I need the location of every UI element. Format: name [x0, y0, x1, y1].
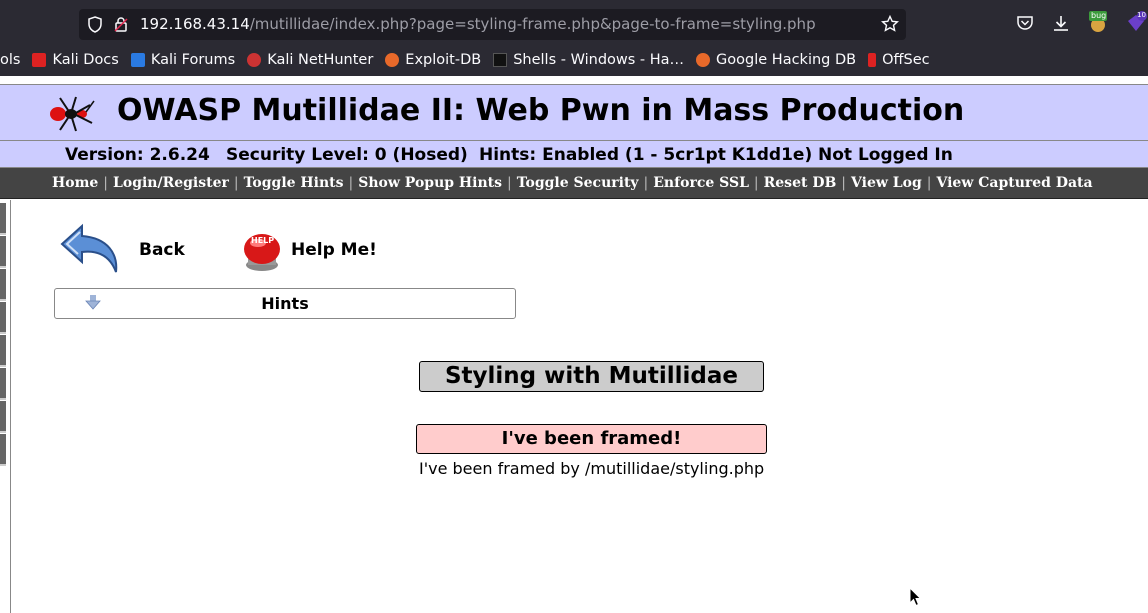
bookmarks-bar: ols Kali Docs Kali Forums Kali NetHunter…: [0, 47, 942, 73]
browser-chrome: 192.168.43.14/mutillidae/index.php?page=…: [0, 0, 1148, 76]
left-menu-rail: [0, 200, 11, 613]
menu-tab[interactable]: [0, 236, 6, 268]
url-bar[interactable]: 192.168.43.14/mutillidae/index.php?page=…: [79, 9, 906, 40]
pocket-icon[interactable]: [1015, 13, 1035, 33]
nethunter-icon: [247, 53, 262, 67]
main-nav: Home | Login/Register | Toggle Hints | Show Po…: [0, 168, 1148, 199]
nav-view-log[interactable]: View Log: [851, 175, 922, 191]
nav-reset-db[interactable]: Reset DB: [764, 175, 837, 191]
extension-badge: bug: [1091, 11, 1107, 20]
bookmark-kali-forums[interactable]: Kali Forums: [130, 52, 235, 68]
menu-tab[interactable]: [0, 203, 6, 235]
bookmark-shells-windows[interactable]: Shells - Windows - Ha…: [493, 52, 684, 68]
bookmark-google-hacking-db[interactable]: Google Hacking DB: [696, 52, 856, 68]
menu-tab[interactable]: [0, 401, 6, 433]
menu-tab[interactable]: [0, 368, 6, 400]
bug-extension-icon[interactable]: bug: [1087, 11, 1109, 33]
nav-toggle-hints[interactable]: Toggle Hints: [244, 175, 344, 191]
menu-tab[interactable]: [0, 302, 6, 334]
ant-logo-icon: [50, 96, 95, 132]
page-header: OWASP Mutillidae II: Web Pwn in Mass Pro…: [0, 84, 1148, 141]
nav-view-captured-data[interactable]: View Captured Data: [936, 175, 1092, 191]
menu-tab[interactable]: [0, 335, 6, 367]
url-text[interactable]: 192.168.43.14/mutillidae/index.php?page=…: [140, 15, 816, 33]
help-icon-label: HELP: [251, 236, 275, 245]
nav-home[interactable]: Home: [52, 175, 98, 191]
framed-heading: I've been framed!: [416, 424, 767, 454]
bookmark-kali-docs[interactable]: Kali Docs: [32, 52, 119, 68]
extension-count: 10: [1137, 11, 1146, 19]
nav-show-popup-hints[interactable]: Show Popup Hints: [358, 175, 502, 191]
bookmark-star-icon[interactable]: [881, 15, 899, 33]
bookmark-exploit-db[interactable]: Exploit-DB: [385, 52, 481, 68]
bookmark-tools[interactable]: ols: [0, 52, 20, 68]
nav-enforce-ssl[interactable]: Enforce SSL: [653, 175, 749, 191]
hints-label: Hints: [261, 294, 309, 313]
kali-docs-icon: [32, 53, 47, 67]
hints-toggle[interactable]: Hints: [54, 288, 516, 319]
page-title: Styling with Mutillidae: [419, 361, 764, 392]
back-arrow-icon[interactable]: [58, 222, 124, 279]
nav-login-register[interactable]: Login/Register: [113, 175, 229, 191]
bookmark-offsec[interactable]: OffSec: [868, 52, 930, 68]
extension-icon[interactable]: 10: [1124, 11, 1148, 33]
offsec-icon: [868, 53, 877, 67]
login-status-label: Not Logged In: [818, 145, 953, 165]
version-label: Version: 2.6.24: [65, 145, 210, 165]
lock-icon[interactable]: [113, 16, 129, 33]
menu-tab[interactable]: [0, 434, 6, 466]
back-button[interactable]: Back: [139, 240, 185, 260]
security-level-label: Security Level: 0 (Hosed): [226, 145, 468, 165]
status-bar: Version: 2.6.24 Security Level: 0 (Hosed…: [0, 141, 1148, 168]
shells-icon: [493, 53, 508, 67]
download-icon[interactable]: [1051, 13, 1071, 33]
chrome-divider: [0, 76, 1148, 84]
site-title: OWASP Mutillidae II: Web Pwn in Mass Pro…: [117, 93, 965, 128]
bookmark-kali-nethunter[interactable]: Kali NetHunter: [247, 52, 373, 68]
ghdb-icon: [696, 53, 711, 67]
nav-toggle-security[interactable]: Toggle Security: [517, 175, 639, 191]
shield-icon[interactable]: [87, 16, 103, 33]
menu-tab[interactable]: [0, 269, 6, 301]
mouse-cursor-icon: [909, 587, 921, 607]
help-button-icon[interactable]: HELP: [240, 229, 284, 273]
help-me-button[interactable]: Help Me!: [291, 240, 377, 260]
exploitdb-icon: [385, 53, 400, 67]
hints-status-label: Hints: Enabled (1 - 5cr1pt K1dd1e): [479, 145, 813, 165]
kali-forums-icon: [130, 53, 145, 67]
framed-message: I've been framed by /mutillidae/styling.…: [419, 459, 765, 478]
